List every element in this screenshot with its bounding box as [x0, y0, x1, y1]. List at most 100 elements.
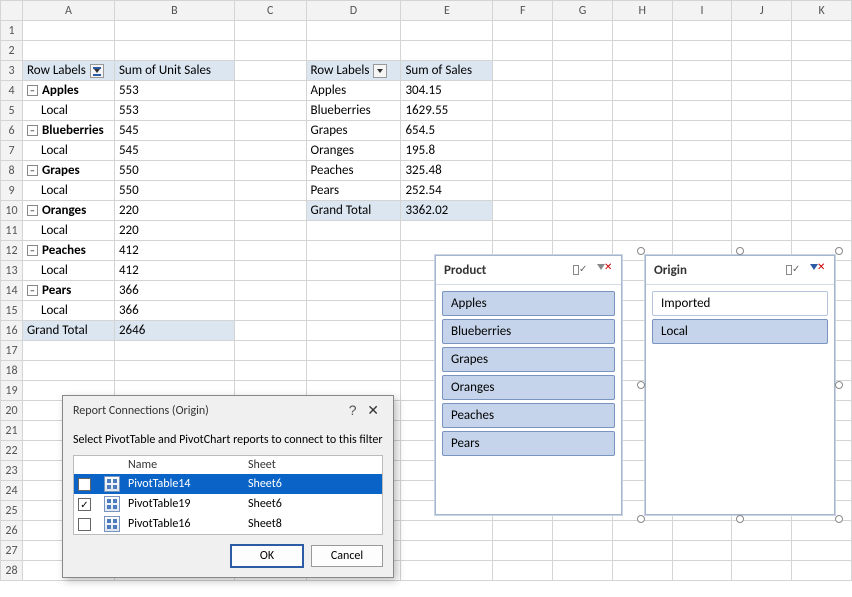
cell[interactable] [234, 161, 306, 181]
row-header[interactable]: 18 [1, 361, 23, 381]
cell[interactable] [732, 521, 792, 541]
cell[interactable] [792, 541, 852, 561]
row-header[interactable]: 2 [1, 41, 23, 61]
cancel-button[interactable]: Cancel [311, 545, 383, 567]
col-header[interactable]: D [306, 1, 401, 21]
cell[interactable] [306, 341, 401, 361]
cell[interactable] [672, 121, 732, 141]
cell[interactable] [234, 41, 306, 61]
slicer-item[interactable]: Imported [652, 291, 828, 316]
cell[interactable]: Sum of Unit Sales [114, 61, 234, 81]
close-icon[interactable]: ✕ [363, 402, 383, 418]
cell[interactable]: 550 [114, 181, 234, 201]
cell[interactable] [792, 81, 852, 101]
cell[interactable]: Oranges [306, 141, 401, 161]
cell[interactable] [612, 21, 672, 41]
cell[interactable] [234, 21, 306, 41]
cell[interactable] [792, 121, 852, 141]
slicer-item[interactable]: Apples [442, 291, 615, 316]
col-header[interactable]: F [493, 1, 553, 21]
cell[interactable] [234, 201, 306, 221]
cell[interactable] [306, 321, 401, 341]
cell[interactable] [234, 101, 306, 121]
cell[interactable] [306, 221, 401, 241]
slicer-item[interactable]: Local [652, 319, 828, 344]
cell[interactable] [306, 361, 401, 381]
cell[interactable] [792, 561, 852, 581]
cell[interactable] [672, 221, 732, 241]
cell[interactable] [234, 121, 306, 141]
cell[interactable]: 553 [114, 81, 234, 101]
cell[interactable] [792, 141, 852, 161]
cell[interactable]: 2646 [114, 321, 234, 341]
cell[interactable]: 325.48 [401, 161, 493, 181]
row-header[interactable]: 23 [1, 461, 23, 481]
cell[interactable] [493, 141, 553, 161]
col-header[interactable]: G [553, 1, 613, 21]
cell[interactable] [732, 101, 792, 121]
cell[interactable]: Blueberries [306, 101, 401, 121]
cell[interactable]: −Pears [22, 281, 114, 301]
cell[interactable] [672, 21, 732, 41]
row-header[interactable]: 24 [1, 481, 23, 501]
col-header[interactable]: I [672, 1, 732, 21]
cell[interactable] [612, 121, 672, 141]
cell[interactable]: Local [22, 301, 114, 321]
cell[interactable] [401, 21, 493, 41]
cell[interactable] [732, 121, 792, 141]
row-header[interactable]: 1 [1, 21, 23, 41]
cell[interactable]: Sum of Sales [401, 61, 493, 81]
cell[interactable] [792, 61, 852, 81]
cell[interactable] [493, 41, 553, 61]
row-header[interactable]: 12 [1, 241, 23, 261]
cell[interactable]: −Oranges [22, 201, 114, 221]
cell[interactable] [306, 21, 401, 41]
col-header[interactable]: H [612, 1, 672, 21]
cell[interactable] [672, 521, 732, 541]
checkbox[interactable]: ✓ [78, 498, 91, 511]
col-header[interactable]: K [792, 1, 852, 21]
clear-filter-icon[interactable] [595, 262, 613, 278]
slicer-item[interactable]: Blueberries [442, 319, 615, 344]
cell[interactable] [234, 361, 306, 381]
cell[interactable] [553, 181, 613, 201]
cell[interactable] [612, 81, 672, 101]
cell[interactable] [493, 521, 553, 541]
clear-filter-icon[interactable] [808, 262, 826, 278]
cell[interactable]: Local [22, 141, 114, 161]
cell[interactable] [612, 141, 672, 161]
cell[interactable] [612, 561, 672, 581]
cell[interactable] [612, 541, 672, 561]
cell[interactable] [401, 521, 493, 541]
cell[interactable]: Peaches [306, 161, 401, 181]
cell[interactable] [234, 261, 306, 281]
cell[interactable] [732, 41, 792, 61]
filter-icon[interactable] [90, 64, 104, 78]
cell[interactable]: 545 [114, 121, 234, 141]
row-header[interactable]: 7 [1, 141, 23, 161]
row-header[interactable]: 17 [1, 341, 23, 361]
cell[interactable]: −Blueberries [22, 121, 114, 141]
row-header[interactable]: 25 [1, 501, 23, 521]
cell[interactable] [732, 141, 792, 161]
cell[interactable] [553, 521, 613, 541]
cell[interactable] [672, 201, 732, 221]
cell[interactable] [493, 161, 553, 181]
cell[interactable]: 550 [114, 161, 234, 181]
slicer-item[interactable]: Peaches [442, 403, 615, 428]
cell[interactable] [612, 101, 672, 121]
cell[interactable] [553, 201, 613, 221]
dialog-row[interactable]: ✓PivotTable19Sheet6 [74, 494, 382, 514]
cell[interactable] [612, 41, 672, 61]
cell[interactable] [114, 41, 234, 61]
cell[interactable]: Row Labels [306, 61, 401, 81]
row-header[interactable]: 3 [1, 61, 23, 81]
dialog-row[interactable]: ✓PivotTable14Sheet6 [74, 474, 382, 494]
cell[interactable] [553, 61, 613, 81]
cell[interactable] [114, 21, 234, 41]
cell[interactable] [732, 81, 792, 101]
cell[interactable] [612, 521, 672, 541]
col-header[interactable]: E [401, 1, 493, 21]
cell[interactable] [22, 21, 114, 41]
cell[interactable] [234, 221, 306, 241]
